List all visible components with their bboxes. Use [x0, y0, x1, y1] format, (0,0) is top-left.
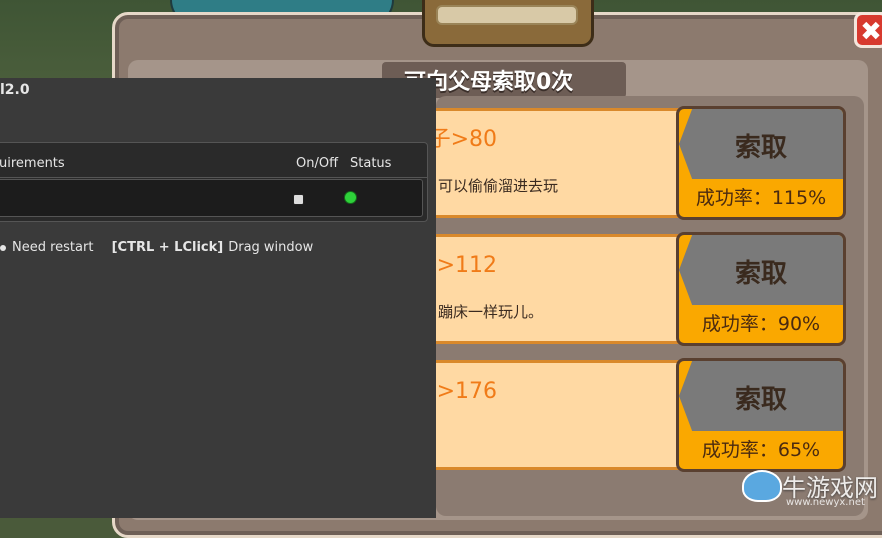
table-header: uirements On/Off Status: [0, 147, 427, 178]
header-status: Status: [350, 156, 392, 171]
request-button-label: 索取: [734, 385, 787, 415]
overlay-footer: Need restart [CTRL + LClick] Drag window: [0, 240, 313, 255]
request-button-label: 索取: [734, 259, 787, 289]
header-on-off: On/Off: [296, 156, 339, 171]
header-requirements: uirements: [0, 156, 65, 171]
request-button[interactable]: 索取 成功率：115%: [676, 106, 846, 220]
request-button[interactable]: 索取 成功率：90%: [676, 232, 846, 346]
overlay-version: l2.0: [0, 82, 30, 98]
cow-logo-icon: [742, 470, 782, 502]
status-indicator: [345, 192, 356, 203]
table-row: [0, 179, 423, 217]
success-rate: 成功率：65%: [701, 439, 821, 461]
drag-hint: Drag window: [228, 240, 314, 255]
on-off-toggle[interactable]: [293, 194, 304, 205]
watermark-url: www.newyx.net: [786, 497, 865, 508]
request-info: 面子>80 可以偷偷溜进去玩: [407, 108, 686, 218]
request-button[interactable]: 索取 成功率：65%: [676, 358, 846, 472]
shortcut-hint: [CTRL + LClick]: [111, 240, 224, 255]
plugin-table: uirements On/Off Status: [0, 142, 428, 222]
request-button-label: 索取: [734, 133, 787, 163]
request-info: 面子>176: [393, 360, 686, 470]
plugin-overlay-window[interactable]: l2.0 uirements On/Off Status Need restar…: [0, 78, 436, 518]
request-card: 面子>80 可以偷偷溜进去玩 索取 成功率：115%: [407, 106, 856, 222]
clipboard-clip-bar: [436, 5, 578, 25]
success-rate: 成功率：90%: [701, 313, 821, 335]
success-rate: 成功率：115%: [695, 187, 827, 209]
request-description: 可以偷偷溜进去玩: [438, 177, 559, 195]
request-info: 面子>112 蹦床一样玩儿。: [393, 234, 686, 344]
request-card: 面子>112 蹦床一样玩儿。 索取 成功率：90%: [393, 232, 856, 348]
restart-note: Need restart: [12, 240, 94, 255]
request-description: 蹦床一样玩儿。: [438, 303, 544, 321]
restart-dot-icon: [0, 244, 6, 251]
watermark: 牛游戏网 www.newyx.net: [742, 468, 882, 513]
close-button[interactable]: ✖: [854, 12, 882, 48]
request-card: 面子>176 索取 成功率：65%: [393, 358, 856, 474]
